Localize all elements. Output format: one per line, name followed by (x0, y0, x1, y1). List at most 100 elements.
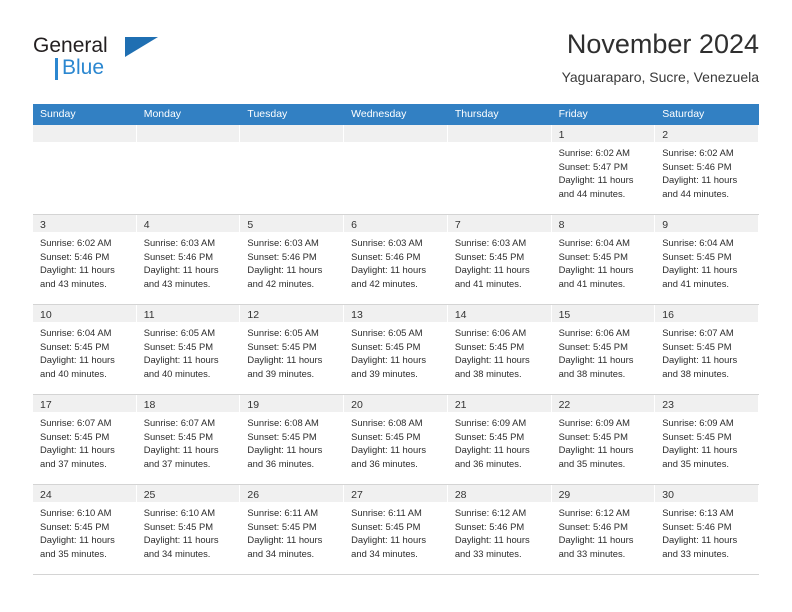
day-number-strip: 4 (136, 215, 240, 232)
calendar-day-cell[interactable]: 19 Sunrise: 6:08 AM Sunset: 5:45 PM Dayligh… (240, 395, 345, 484)
day-details: Sunrise: 6:11 AM Sunset: 5:45 PM Daylight:… (344, 502, 447, 560)
calendar-day-cell[interactable]: 25 Sunrise: 6:10 AM Sunset: 5:45 PM Dayligh… (136, 485, 241, 574)
daylight-text: Daylight: 11 hours and 36 minutes. (351, 444, 427, 469)
day-number: 2 (662, 129, 669, 141)
daylight-text: Daylight: 11 hours and 33 minutes. (662, 534, 738, 559)
day-details: Sunrise: 6:05 AM Sunset: 5:45 PM Daylight:… (344, 322, 447, 380)
sunrise-text: Sunrise: 6:06 AM (454, 327, 527, 338)
calendar-day-cell[interactable]: 3 Sunrise: 6:02 AM Sunset: 5:46 PM Daylight… (33, 215, 137, 304)
day-number-strip: 23 (655, 395, 758, 412)
daylight-text: Daylight: 11 hours and 36 minutes. (247, 444, 323, 469)
calendar-day-cell[interactable]: 4 Sunrise: 6:03 AM Sunset: 5:46 PM Daylight… (136, 215, 241, 304)
day-number-strip: 27 (344, 485, 447, 502)
day-number-strip (33, 125, 136, 142)
day-number-strip: 18 (136, 395, 240, 412)
sunset-text: Sunset: 5:45 PM (143, 340, 214, 352)
calendar-day-cell[interactable]: 5 Sunrise: 6:03 AM Sunset: 5:46 PM Daylight… (240, 215, 345, 304)
calendar-day-cell[interactable]: 21 Sunrise: 6:09 AM Sunset: 5:45 PM Dayligh… (447, 395, 552, 484)
page-subtitle: Yaguaraparo, Sucre, Venezuela (561, 69, 759, 85)
sunrise-text: Sunrise: 6:05 AM (143, 327, 216, 338)
calendar-day-cell[interactable]: 29 Sunrise: 6:12 AM Sunset: 5:46 PM Dayligh… (551, 485, 656, 574)
calendar-day-cell[interactable]: 1 Sunrise: 6:02 AM Sunset: 5:47 PM Daylight… (551, 125, 656, 214)
sunrise-text: Sunrise: 6:06 AM (558, 327, 630, 338)
day-details: Sunrise: 6:09 AM Sunset: 5:45 PM Daylight:… (448, 412, 551, 470)
calendar-day-cell[interactable]: 26 Sunrise: 6:11 AM Sunset: 5:45 PM Dayligh… (240, 485, 345, 574)
calendar-day-cell[interactable]: 2 Sunrise: 6:02 AM Sunset: 5:46 PM Daylight… (655, 125, 759, 214)
logo-triangle-icon (125, 37, 158, 57)
daylight-text: Daylight: 11 hours and 33 minutes. (558, 534, 634, 559)
day-number: 9 (662, 219, 669, 231)
logo-text-general: General (33, 34, 108, 57)
daylight-text: Daylight: 11 hours and 36 minutes. (454, 444, 530, 469)
sunset-text: Sunset: 5:45 PM (40, 520, 110, 532)
sunrise-text: Sunrise: 6:03 AM (454, 237, 527, 248)
daylight-text: Daylight: 11 hours and 42 minutes. (247, 264, 323, 289)
sunrise-text: Sunrise: 6:07 AM (40, 417, 112, 428)
calendar-day-cell[interactable]: 27 Sunrise: 6:11 AM Sunset: 5:45 PM Dayligh… (344, 485, 448, 574)
day-number: 21 (454, 399, 467, 411)
title-block: November 2024 Yaguaraparo, Sucre, Venezu… (562, 28, 759, 87)
calendar-day-cell[interactable]: 20 Sunrise: 6:08 AM Sunset: 5:45 PM Dayligh… (344, 395, 448, 484)
daylight-text: Daylight: 11 hours and 33 minutes. (454, 534, 530, 559)
day-number: 18 (143, 399, 156, 411)
calendar-day-cell[interactable]: 15 Sunrise: 6:06 AM Sunset: 5:45 PM Dayligh… (551, 305, 656, 394)
day-number: 30 (662, 489, 674, 501)
calendar-day-cell[interactable]: 7 Sunrise: 6:03 AM Sunset: 5:45 PM Daylight… (447, 215, 552, 304)
calendar-day-cell[interactable]: 28 Sunrise: 6:12 AM Sunset: 5:46 PM Dayligh… (447, 485, 552, 574)
calendar-day-cell[interactable]: 18 Sunrise: 6:07 AM Sunset: 5:45 PM Dayligh… (136, 395, 241, 484)
sunrise-text: Sunrise: 6:09 AM (454, 417, 527, 428)
calendar-day-cell[interactable]: 9 Sunrise: 6:04 AM Sunset: 5:45 PM Daylight… (655, 215, 759, 304)
logo-accent-bar (55, 58, 58, 80)
sunrise-text: Sunrise: 6:02 AM (662, 147, 734, 158)
general-blue-logo[interactable]: General Blue (33, 34, 163, 86)
day-number: 22 (558, 399, 571, 411)
day-number-strip: 7 (447, 215, 551, 232)
sunset-text: Sunset: 5:45 PM (143, 430, 214, 442)
calendar-day-cell[interactable]: 6 Sunrise: 6:03 AM Sunset: 5:46 PM Daylight… (344, 215, 448, 304)
sunset-text: Sunset: 5:45 PM (351, 520, 421, 532)
day-number: 27 (351, 489, 363, 501)
sunset-text: Sunset: 5:45 PM (662, 430, 732, 442)
day-number-strip (136, 125, 240, 142)
day-details: Sunrise: 6:07 AM Sunset: 5:45 PM Daylight:… (655, 322, 758, 380)
calendar-day-cell[interactable]: 22 Sunrise: 6:09 AM Sunset: 5:45 PM Dayligh… (551, 395, 656, 484)
sunset-text: Sunset: 5:45 PM (558, 250, 628, 262)
calendar-day-cell[interactable]: 16 Sunrise: 6:07 AM Sunset: 5:45 PM Dayligh… (655, 305, 759, 394)
daylight-text: Daylight: 11 hours and 41 minutes. (454, 264, 530, 289)
daylight-text: Daylight: 11 hours and 35 minutes. (558, 444, 634, 469)
calendar-day-cell[interactable]: 30 Sunrise: 6:13 AM Sunset: 5:46 PM Dayligh… (655, 485, 759, 574)
sunset-text: Sunset: 5:45 PM (662, 250, 732, 262)
sunset-text: Sunset: 5:46 PM (662, 520, 732, 532)
day-number-strip: 24 (33, 485, 136, 502)
calendar-day-cell[interactable]: 11 Sunrise: 6:05 AM Sunset: 5:45 PM Dayligh… (136, 305, 241, 394)
daylight-text: Daylight: 11 hours and 39 minutes. (351, 354, 427, 379)
sunrise-text: Sunrise: 6:04 AM (558, 237, 630, 248)
day-details: Sunrise: 6:09 AM Sunset: 5:45 PM Daylight:… (655, 412, 758, 470)
day-number: 24 (40, 489, 52, 501)
calendar-day-cell[interactable]: 23 Sunrise: 6:09 AM Sunset: 5:45 PM Dayligh… (655, 395, 759, 484)
day-number-strip: 30 (655, 485, 758, 502)
day-number: 16 (662, 309, 674, 321)
daylight-text: Daylight: 11 hours and 42 minutes. (351, 264, 427, 289)
day-details: Sunrise: 6:07 AM Sunset: 5:45 PM Daylight:… (33, 412, 136, 470)
weekday-header-monday: Monday (143, 108, 182, 120)
day-details: Sunrise: 6:02 AM Sunset: 5:47 PM Daylight:… (552, 142, 655, 200)
calendar-week-row: 17 Sunrise: 6:07 AM Sunset: 5:45 PM Dayligh… (33, 395, 759, 485)
daylight-text: Daylight: 11 hours and 44 minutes. (662, 174, 738, 199)
day-number: 6 (351, 219, 357, 231)
calendar-day-cell[interactable]: 12 Sunrise: 6:05 AM Sunset: 5:45 PM Dayligh… (240, 305, 345, 394)
day-number-strip: 16 (655, 305, 758, 322)
sunrise-text: Sunrise: 6:03 AM (143, 237, 216, 248)
day-number-strip: 25 (136, 485, 240, 502)
sunset-text: Sunset: 5:45 PM (454, 430, 525, 442)
calendar-day-cell[interactable]: 17 Sunrise: 6:07 AM Sunset: 5:45 PM Dayligh… (33, 395, 137, 484)
calendar-day-cell[interactable]: 14 Sunrise: 6:06 AM Sunset: 5:45 PM Dayligh… (447, 305, 552, 394)
calendar-day-cell[interactable]: 10 Sunrise: 6:04 AM Sunset: 5:45 PM Dayligh… (33, 305, 137, 394)
calendar-day-cell[interactable]: 13 Sunrise: 6:05 AM Sunset: 5:45 PM Dayligh… (344, 305, 448, 394)
daylight-text: Daylight: 11 hours and 38 minutes. (662, 354, 738, 379)
sunset-text: Sunset: 5:45 PM (558, 430, 628, 442)
calendar-day-cell[interactable]: 24 Sunrise: 6:10 AM Sunset: 5:45 PM Dayligh… (33, 485, 137, 574)
sunrise-text: Sunrise: 6:10 AM (143, 507, 216, 518)
calendar-day-cell[interactable]: 8 Sunrise: 6:04 AM Sunset: 5:45 PM Daylight… (551, 215, 656, 304)
daylight-text: Daylight: 11 hours and 41 minutes. (662, 264, 738, 289)
